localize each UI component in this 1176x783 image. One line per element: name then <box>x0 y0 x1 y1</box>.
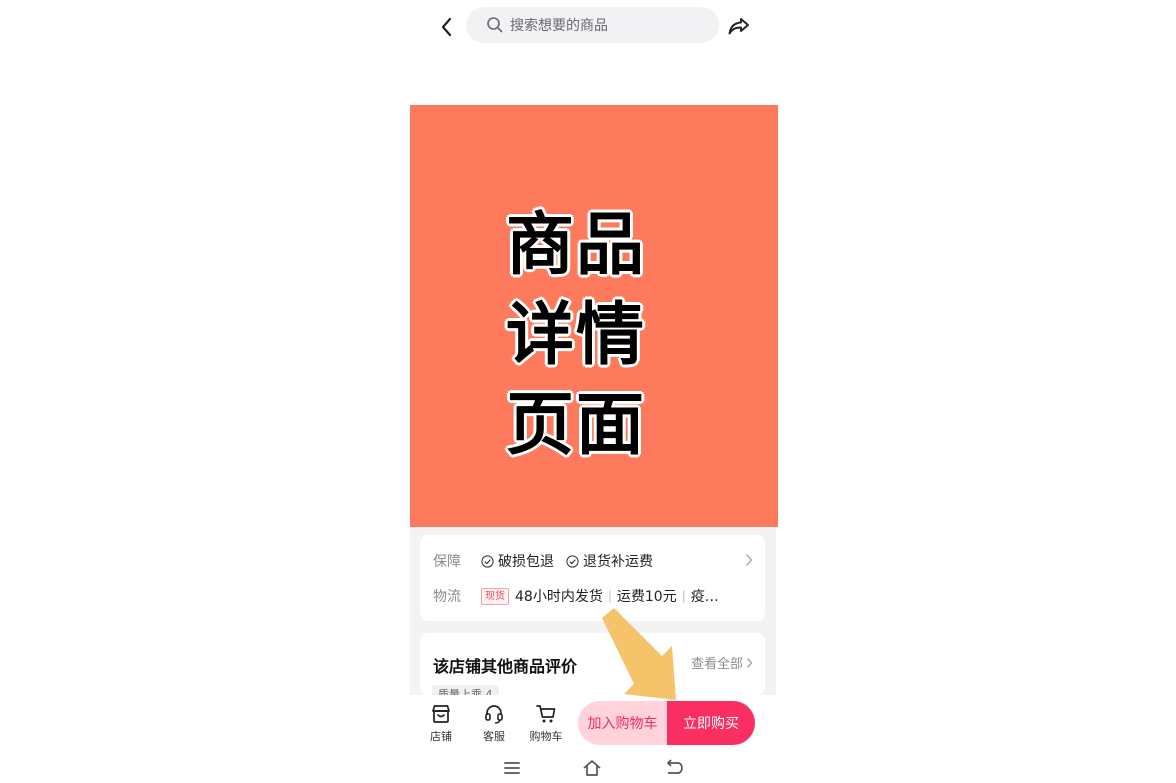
info-section: 保障 破损包退 退货补运费 物流 现货 48小时内发货 | 运费10元 | 疫… <box>410 527 776 695</box>
share-button[interactable] <box>726 14 752 38</box>
system-nav-bar <box>410 753 778 783</box>
store-button[interactable]: 店铺 <box>419 703 463 744</box>
back-system-button[interactable] <box>664 759 684 777</box>
guarantee-item-2: 退货补运费 <box>583 554 653 570</box>
menu-button[interactable] <box>502 759 522 777</box>
top-bar: 搜索想要的商品 <box>410 0 778 52</box>
check-circle-icon <box>566 554 579 568</box>
store-label: 店铺 <box>430 730 452 743</box>
back-button[interactable] <box>436 14 458 40</box>
poster-line-1: 商品 <box>506 206 647 285</box>
search-icon <box>487 17 503 33</box>
logistics-item-3: 疫… <box>690 589 719 605</box>
logistics-item-2: 运费10元 <box>616 589 677 605</box>
add-to-cart-button[interactable]: 加入购物车 <box>578 701 667 745</box>
logistics-row: 物流 现货 48小时内发货 | 运费10元 | 疫… <box>433 586 719 606</box>
home-icon <box>583 760 601 776</box>
service-label: 客服 <box>483 730 505 743</box>
check-circle-icon <box>481 554 494 568</box>
divider: | <box>607 589 612 603</box>
poster-text: 商品 详情 页面 <box>506 201 656 471</box>
review-tag[interactable]: 质量上乘 4 <box>432 685 499 695</box>
reviews-title: 该店铺其他商品评价 <box>433 657 578 676</box>
product-image[interactable]: 商品 详情 页面 <box>410 105 778 527</box>
service-card[interactable]: 保障 破损包退 退货补运费 物流 现货 48小时内发货 | 运费10元 | 疫… <box>420 535 765 621</box>
see-all-link[interactable]: 查看全部 <box>691 653 753 672</box>
home-button[interactable] <box>582 759 602 777</box>
buy-now-button[interactable]: 立即购买 <box>667 701 755 745</box>
guarantee-row: 保障 破损包退 退货补运费 <box>433 551 653 571</box>
bottom-action-bar: 店铺 客服 购物车 加入购物车 立即购买 <box>410 695 778 751</box>
return-icon <box>667 759 683 774</box>
poster-line-3: 页面 <box>506 386 647 465</box>
store-icon <box>432 705 450 723</box>
see-all-label: 查看全部 <box>690 657 743 672</box>
in-stock-badge: 现货 <box>481 587 509 605</box>
logistics-label: 物流 <box>433 589 461 605</box>
guarantee-item-1: 破损包退 <box>498 554 554 570</box>
customer-service-button[interactable]: 客服 <box>472 703 516 744</box>
menu-icon <box>504 762 520 774</box>
cart-nav-button[interactable]: 购物车 <box>524 703 568 744</box>
chevron-right-icon <box>747 657 753 668</box>
cart-label: 购物车 <box>529 730 563 743</box>
chevron-right-icon <box>745 554 753 566</box>
search-input[interactable]: 搜索想要的商品 <box>466 7 719 43</box>
headset-icon <box>485 705 503 724</box>
guarantee-label: 保障 <box>433 554 461 570</box>
search-placeholder: 搜索想要的商品 <box>510 18 608 34</box>
back-arrow-icon <box>441 17 452 37</box>
logistics-item-1: 48小时内发货 <box>515 589 603 605</box>
divider: | <box>681 589 686 603</box>
store-reviews-card: 该店铺其他商品评价 查看全部 质量上乘 4 <box>420 633 765 695</box>
cart-icon <box>536 705 556 723</box>
share-icon <box>728 18 749 35</box>
poster-line-2: 详情 <box>506 296 647 375</box>
